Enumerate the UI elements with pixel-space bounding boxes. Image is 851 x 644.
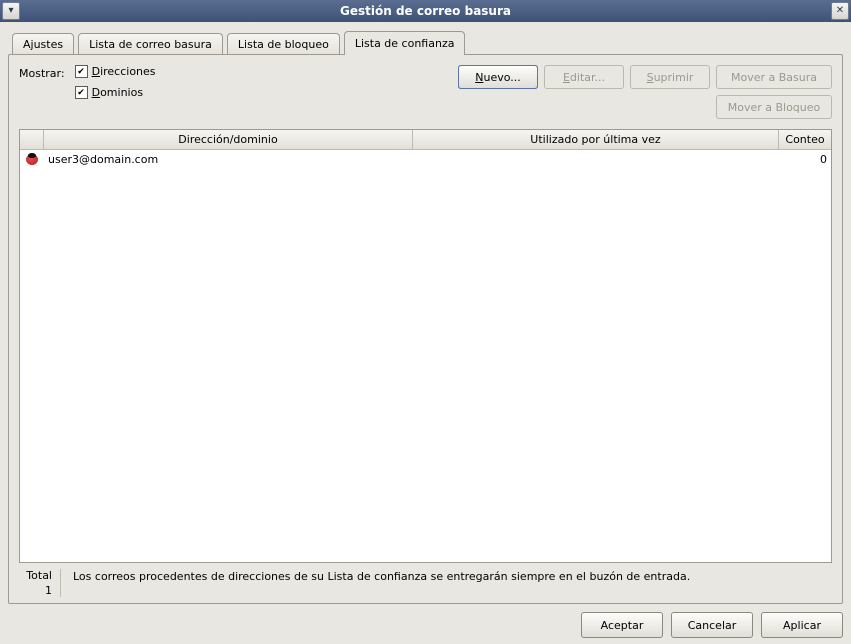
window-title: Gestión de correo basura xyxy=(20,4,831,18)
delete-button[interactable]: Suprimir xyxy=(630,65,710,89)
button-label: Mover a Basura xyxy=(731,71,817,84)
total-label: Total xyxy=(26,569,52,582)
column-header-last[interactable]: Utilizado por última vez xyxy=(413,130,779,149)
button-label: Aceptar xyxy=(601,619,644,632)
checkmark-icon: ✔ xyxy=(75,65,88,78)
move-to-trash-button[interactable]: Mover a Basura xyxy=(716,65,832,89)
total-value: 1 xyxy=(45,584,52,597)
edit-button[interactable]: Editar... xyxy=(544,65,624,89)
total-block: Total 1 xyxy=(21,569,61,597)
show-check-stack: ✔ Direcciones ✔ Dominios xyxy=(75,65,156,99)
titlebar: ▾ Gestión de correo basura ✕ xyxy=(0,0,851,22)
tab-lista-basura[interactable]: Lista de correo basura xyxy=(78,33,223,55)
checkbox-dominios[interactable]: ✔ Dominios xyxy=(75,86,156,99)
move-to-block-button[interactable]: Mover a Bloqueo xyxy=(716,95,832,119)
button-label: Aplicar xyxy=(783,619,821,632)
button-label: Editar... xyxy=(563,71,605,84)
dialog-body: Ajustes Lista de correo basura Lista de … xyxy=(0,22,851,644)
checkbox-label: Dominios xyxy=(92,86,143,99)
column-header-count[interactable]: Conteo xyxy=(779,130,831,149)
window-menu-button[interactable]: ▾ xyxy=(2,2,20,20)
show-column: Mostrar: ✔ Direcciones ✔ Dominios xyxy=(19,65,156,99)
hint-text: Los correos procedentes de direcciones d… xyxy=(73,569,830,583)
show-label: Mostrar: xyxy=(19,65,65,99)
toolbar: Nuevo... Editar... Suprimir Mover a Basu… xyxy=(458,65,832,119)
dialog-button-bar: Aceptar Cancelar Aplicar xyxy=(8,604,843,638)
tab-label: Lista de confianza xyxy=(355,37,455,50)
chevron-down-icon: ▾ xyxy=(8,6,13,16)
tab-lista-bloqueo[interactable]: Lista de bloqueo xyxy=(227,33,340,55)
column-header-address[interactable]: Dirección/dominio xyxy=(44,130,413,149)
new-button[interactable]: Nuevo... xyxy=(458,65,538,89)
checkbox-label: Direcciones xyxy=(92,65,156,78)
trust-list-table: Dirección/dominio Utilizado por última v… xyxy=(19,129,832,563)
column-header-icon[interactable] xyxy=(20,130,44,149)
apply-button[interactable]: Aplicar xyxy=(761,612,843,638)
table-row[interactable]: user3@domain.com 0 xyxy=(20,150,831,168)
row-address-cell: user3@domain.com xyxy=(44,153,413,166)
tab-label: Lista de correo basura xyxy=(89,38,212,51)
tab-label: Ajustes xyxy=(23,38,63,51)
cancel-button[interactable]: Cancelar xyxy=(671,612,753,638)
button-label: Suprimir xyxy=(647,71,694,84)
button-label: Mover a Bloqueo xyxy=(728,101,821,114)
table-body[interactable]: user3@domain.com 0 xyxy=(20,150,831,562)
footer-info: Total 1 Los correos procedentes de direc… xyxy=(19,563,832,599)
button-label: Nuevo... xyxy=(475,71,521,84)
button-label: Cancelar xyxy=(688,619,737,632)
close-icon: ✕ xyxy=(836,6,844,16)
tab-ajustes[interactable]: Ajustes xyxy=(12,33,74,55)
close-button[interactable]: ✕ xyxy=(831,2,849,20)
checkmark-icon: ✔ xyxy=(75,86,88,99)
row-count-cell: 0 xyxy=(779,153,831,166)
tab-panel: Mostrar: ✔ Direcciones ✔ Dominios Nuev xyxy=(8,54,843,604)
dialog-window: ▾ Gestión de correo basura ✕ Ajustes Lis… xyxy=(0,0,851,644)
tab-strip: Ajustes Lista de correo basura Lista de … xyxy=(8,30,843,54)
ladybug-icon xyxy=(25,152,39,166)
ok-button[interactable]: Aceptar xyxy=(581,612,663,638)
tab-lista-confianza[interactable]: Lista de confianza xyxy=(344,31,466,55)
table-header: Dirección/dominio Utilizado por última v… xyxy=(20,130,831,150)
tab-label: Lista de bloqueo xyxy=(238,38,329,51)
checkbox-direcciones[interactable]: ✔ Direcciones xyxy=(75,65,156,78)
top-controls: Mostrar: ✔ Direcciones ✔ Dominios Nuev xyxy=(19,65,832,119)
row-icon-cell xyxy=(20,152,44,166)
